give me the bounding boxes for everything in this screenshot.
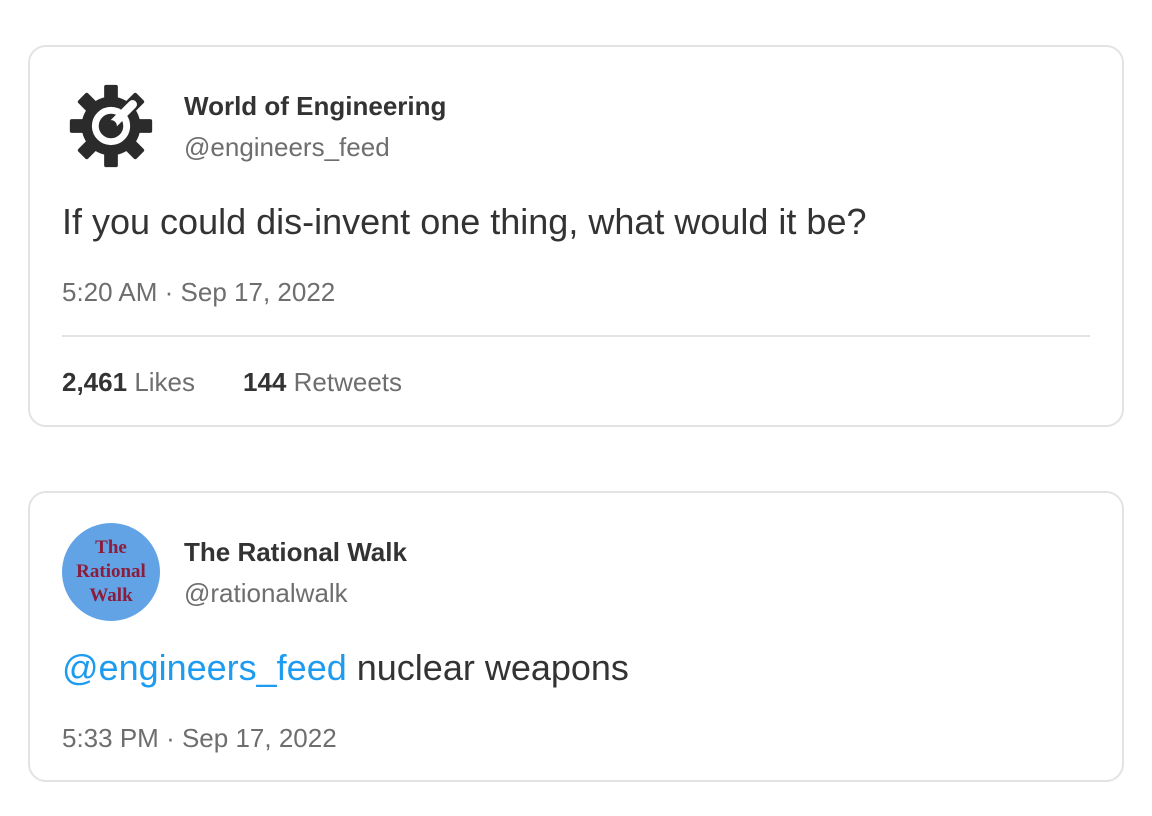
display-name[interactable]: World of Engineering [184,91,446,122]
user-handle[interactable]: @rationalwalk [184,578,348,609]
avatar-text-line: The [95,537,127,558]
avatar-text-line: Rational [76,561,146,582]
likes-stat[interactable]: 2,461 Likes [62,367,195,398]
tweet-card-engineering[interactable]: World of Engineering @engineers_feed If … [28,45,1124,427]
likes-label: Likes [134,367,196,397]
avatar[interactable] [62,77,160,175]
likes-count: 2,461 [62,367,128,397]
tweet-time: 5:20 AM [62,277,158,307]
mention-link[interactable]: @engineers_feed [62,647,347,688]
tweet-time: 5:33 PM [62,723,159,753]
tweet-body: nuclear weapons [346,647,629,688]
tweet-date: Sep 17, 2022 [180,277,336,307]
tweet-date: Sep 17, 2022 [181,723,337,753]
tweet-text: @engineers_feed nuclear weapons [62,647,629,689]
retweets-label: Retweets [293,367,403,397]
avatar[interactable]: The Rational Walk [62,523,160,621]
tweet-stats: 2,461 Likes 144 Retweets [62,367,450,398]
timestamp-separator: · [164,277,174,307]
tweet-timestamp[interactable]: 5:20 AM · Sep 17, 2022 [62,277,335,308]
timestamp-separator: · [166,723,175,753]
tweet-text: If you could dis-invent one thing, what … [62,201,867,242]
retweets-count: 144 [243,367,287,397]
gear-wrench-icon [69,84,153,168]
display-name[interactable]: The Rational Walk [184,537,407,568]
user-handle[interactable]: @engineers_feed [184,132,390,163]
avatar-text-line: Walk [89,585,133,606]
tweet-card-rational-walk[interactable]: The Rational Walk The Rational Walk @rat… [28,491,1124,782]
retweets-stat[interactable]: 144 Retweets [243,367,402,398]
divider [62,335,1090,337]
tweet-timestamp[interactable]: 5:33 PM · Sep 17, 2022 [62,723,337,754]
